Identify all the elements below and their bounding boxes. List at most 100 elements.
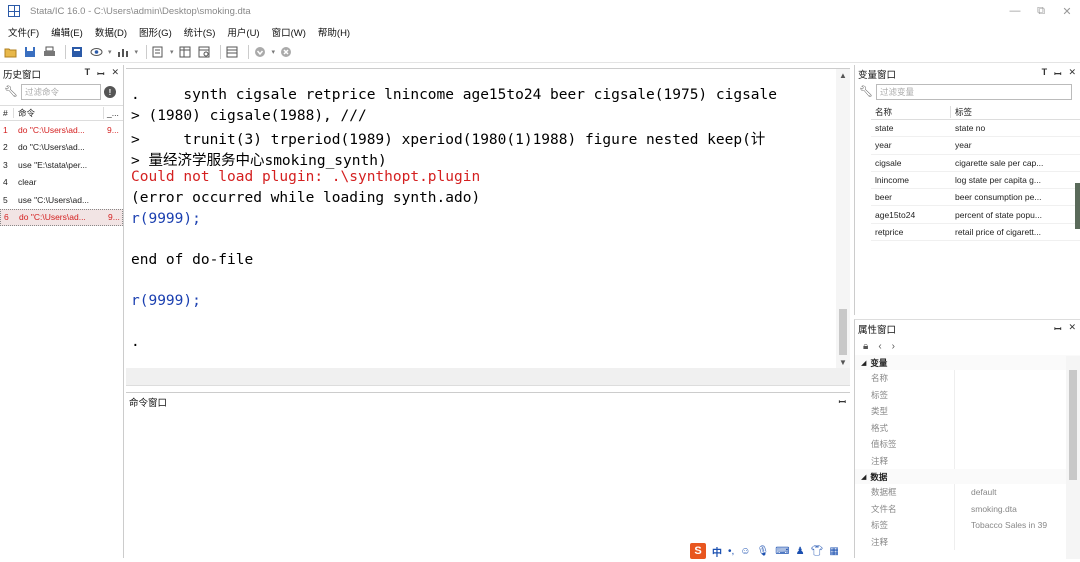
graph-dropdown-icon[interactable]: ▾ — [135, 48, 139, 56]
prop-scroll-thumb[interactable] — [1069, 370, 1077, 480]
property-row[interactable]: 标签 — [855, 386, 1080, 403]
minimize-button[interactable]: — — [1002, 0, 1028, 22]
menu-help[interactable]: 帮助(H) — [318, 25, 350, 39]
close-button[interactable]: ✕ — [1054, 0, 1080, 22]
history-row[interactable]: 3 use "E:\stata\per... — [0, 156, 123, 174]
var-pin-icon[interactable]: ꟷ — [1054, 67, 1061, 80]
history-filter-input[interactable]: 过滤命令 — [21, 84, 101, 100]
break-icon[interactable] — [279, 45, 293, 59]
keyboard-icon[interactable]: ⌨ — [775, 546, 789, 557]
col-rc-header[interactable]: _... — [104, 108, 119, 118]
history-row[interactable]: 5 use "C:\Users\ad... — [0, 191, 123, 209]
variable-row[interactable]: state state no — [871, 120, 1080, 138]
filter-toggle-icon[interactable]: T — [85, 67, 91, 80]
menu-edit[interactable]: 编辑(E) — [51, 25, 83, 39]
property-row[interactable]: 数据框 default — [855, 484, 1080, 501]
scroll-down-icon[interactable]: ▼ — [839, 358, 847, 367]
property-group-header[interactable]: ◢ 变量 — [855, 355, 1080, 370]
menu-data[interactable]: 数据(D) — [95, 25, 127, 39]
variable-row[interactable]: age15to24 percent of state popu... — [871, 206, 1080, 224]
data-editor-icon[interactable] — [178, 45, 192, 59]
property-row[interactable]: 名称 — [855, 370, 1080, 387]
viewer-dropdown-icon[interactable]: ▾ — [108, 48, 112, 56]
history-row[interactable]: 4 clear — [0, 174, 123, 192]
grid-icon[interactable]: ▦ — [829, 546, 838, 557]
col-command-header[interactable]: 命令 — [14, 107, 104, 119]
open-folder-icon[interactable] — [4, 45, 18, 59]
history-row-command: do "C:\Users\ad... — [19, 212, 86, 223]
history-row[interactable]: 1 do "C:\Users\ad... 9... — [0, 121, 123, 139]
command-window[interactable]: 命令窗口 ꟷ — [126, 392, 850, 558]
variable-row[interactable]: retprice retail price of cigarett... — [871, 224, 1080, 242]
property-key: 标签 — [855, 517, 955, 534]
variable-row[interactable]: lnincome log state per capita g... — [871, 172, 1080, 190]
panel-close-icon[interactable]: ✕ — [111, 67, 119, 80]
property-row[interactable]: 类型 — [855, 403, 1080, 420]
menu-file[interactable]: 文件(F) — [8, 25, 39, 39]
property-row[interactable]: 注释 — [855, 533, 1080, 550]
menu-window[interactable]: 窗口(W) — [272, 25, 306, 39]
property-group-header[interactable]: ◢ 数据 — [855, 469, 1080, 484]
property-row[interactable]: 文件名 smoking.dta — [855, 500, 1080, 517]
info-icon[interactable]: ! — [104, 86, 116, 98]
results-window[interactable]: . synth cigsale retprice lnincome age15t… — [126, 68, 850, 369]
menu-graphics[interactable]: 图形(G) — [139, 25, 172, 39]
collapse-triangle-icon[interactable]: ◢ — [861, 359, 866, 367]
variable-name: state — [875, 123, 894, 134]
restore-button[interactable]: ⧉ — [1028, 0, 1054, 22]
prop-pin-icon[interactable]: ꟷ — [1054, 322, 1061, 335]
prev-arrow-icon[interactable]: ‹ — [878, 341, 881, 352]
variable-row[interactable]: year year — [871, 137, 1080, 155]
var-close-icon[interactable]: ✕ — [1068, 67, 1076, 80]
col-num-header[interactable]: # — [0, 108, 14, 118]
next-arrow-icon[interactable]: › — [892, 341, 895, 352]
variable-row[interactable]: beer beer consumption pe... — [871, 189, 1080, 207]
scroll-thumb[interactable] — [839, 309, 847, 355]
history-row[interactable]: 2 do "C:\Users\ad... — [0, 139, 123, 157]
save-icon[interactable] — [23, 45, 37, 59]
do-file-editor-icon[interactable] — [151, 45, 165, 59]
results-scrollbar[interactable]: ▲ ▼ — [836, 69, 850, 369]
property-row[interactable]: 值标签 — [855, 436, 1080, 453]
var-filter-toggle-icon[interactable]: T — [1042, 67, 1048, 80]
collapse-triangle-icon[interactable]: ◢ — [861, 473, 866, 481]
var-wrench-icon[interactable]: 🔧︎ — [859, 85, 873, 99]
var-col-label-header[interactable]: 标签 — [951, 106, 972, 118]
sogou-logo-icon[interactable]: S — [690, 543, 706, 559]
emoji-icon[interactable]: ☺ — [740, 546, 750, 557]
microphone-icon[interactable]: 🎙︎ — [757, 546, 770, 557]
wrench-icon[interactable]: 🔧︎ — [4, 85, 18, 99]
user-icon[interactable]: ♟ — [796, 546, 805, 557]
command-input[interactable] — [126, 410, 850, 550]
lock-icon[interactable]: 🔒︎ — [863, 341, 868, 352]
property-row[interactable]: 格式 — [855, 419, 1080, 436]
property-row[interactable]: 注释 — [855, 452, 1080, 469]
graph-icon[interactable] — [116, 45, 130, 59]
log-icon[interactable] — [70, 45, 84, 59]
command-pin-icon[interactable]: ꟷ — [839, 395, 846, 408]
variables-filter-input[interactable]: 过滤变量 — [876, 84, 1072, 100]
punctuation-icon[interactable]: •, — [728, 546, 734, 557]
print-icon[interactable] — [42, 45, 56, 59]
variables-manager-icon[interactable] — [225, 45, 239, 59]
pin-icon[interactable]: ꟷ — [97, 67, 104, 80]
editor-dropdown-icon[interactable]: ▾ — [170, 48, 174, 56]
prop-close-icon[interactable]: ✕ — [1068, 322, 1076, 335]
scroll-up-icon[interactable]: ▲ — [839, 71, 847, 80]
shirt-icon[interactable]: 👕︎ — [811, 546, 824, 557]
side-tab[interactable] — [1075, 183, 1080, 229]
history-row[interactable]: 6 do "C:\Users\ad... 9... — [0, 208, 123, 226]
menu-statistics[interactable]: 统计(S) — [184, 25, 216, 39]
variable-row[interactable]: cigsale cigarette sale per cap... — [871, 155, 1080, 172]
properties-scrollbar[interactable] — [1066, 356, 1080, 559]
more-dropdown-icon[interactable]: ▾ — [272, 48, 276, 56]
stata-app-icon — [8, 5, 20, 17]
data-browser-icon[interactable] — [197, 45, 211, 59]
property-row[interactable]: 标签 Tobacco Sales in 39 — [855, 517, 1080, 534]
var-col-name-header[interactable]: 名称 — [871, 105, 951, 118]
menu-user[interactable]: 用户(U) — [227, 25, 259, 39]
viewer-eye-icon[interactable] — [89, 45, 103, 59]
more-icon[interactable] — [253, 45, 267, 59]
ime-mode-toggle[interactable]: 中 — [712, 544, 722, 559]
results-horizontal-scroll[interactable] — [126, 368, 850, 386]
